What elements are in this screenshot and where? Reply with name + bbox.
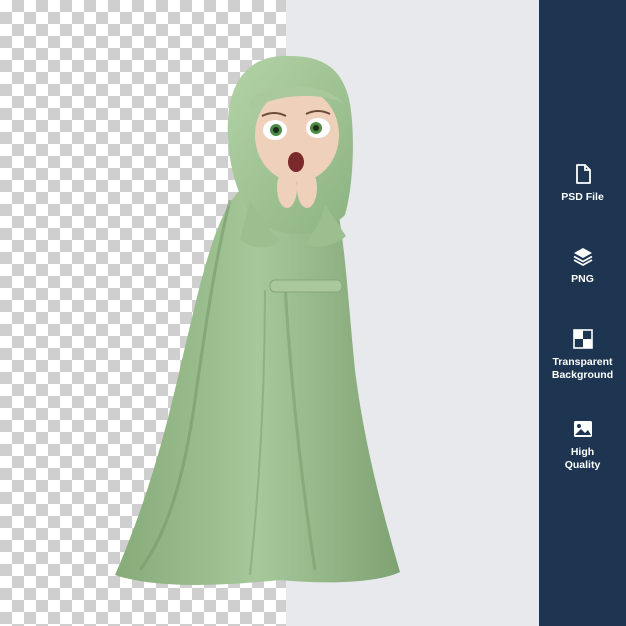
transparency-icon [572,329,593,349]
feature-label: PNG [571,273,594,285]
file-icon [575,164,591,184]
image-icon [573,421,592,437]
feature-label: High Quality [564,446,601,471]
feature-png: PNG [539,245,626,286]
feature-sidebar: PSD File PNG Transparent Background High… [539,0,626,626]
layers-icon [573,248,592,267]
feature-label: Transparent Background [551,356,614,381]
preview-canvas [0,0,626,626]
feature-label: PSD File [561,191,604,203]
feature-transparent-background: Transparent Background [539,328,626,382]
character-illustration [115,55,400,585]
feature-high-quality: High Quality [539,418,626,472]
feature-psd-file: PSD File [539,163,626,204]
